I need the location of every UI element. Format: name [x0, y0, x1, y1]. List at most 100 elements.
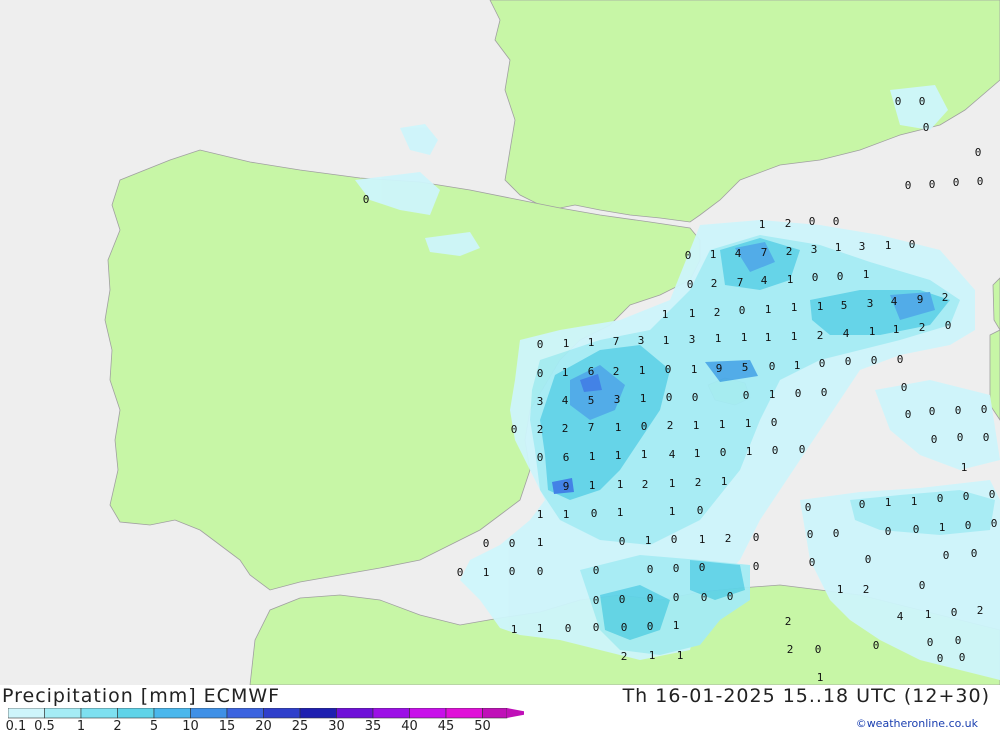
value-label: 3 [614, 393, 621, 406]
value-label: 0 [937, 652, 944, 665]
value-label: 2 [785, 615, 792, 628]
value-label: 1 [746, 445, 753, 458]
legend-swatch [8, 708, 45, 719]
legend-swatch [372, 708, 410, 719]
value-label: 0 [833, 527, 840, 540]
value-label: 1 [691, 363, 698, 376]
value-label: 1 [769, 388, 776, 401]
value-label: 0 [971, 547, 978, 560]
value-label: 3 [859, 240, 866, 253]
value-label: 0 [929, 405, 936, 418]
value-label: 2 [786, 245, 793, 258]
value-label: 0 [753, 531, 760, 544]
value-label: 0 [647, 620, 654, 633]
value-label: 0 [537, 338, 544, 351]
value-label: 1 [961, 461, 968, 474]
value-label: 0 [647, 592, 654, 605]
value-label: 0 [957, 431, 964, 444]
legend-label: 10 [182, 719, 199, 734]
value-label: 0 [641, 420, 648, 433]
value-label: 1 [719, 418, 726, 431]
value-label: 0 [699, 561, 706, 574]
value-label: 0 [685, 249, 692, 262]
value-label: 0 [983, 431, 990, 444]
value-label: 7 [588, 421, 595, 434]
value-label: 6 [563, 451, 570, 464]
value-label: 0 [619, 593, 626, 606]
legend-swatch [153, 708, 191, 719]
value-label: 1 [562, 366, 569, 379]
value-label: 2 [714, 306, 721, 319]
value-label: 1 [893, 323, 900, 336]
value-label: 5 [742, 361, 749, 374]
value-label: 0 [807, 528, 814, 541]
legend-label: 0.5 [34, 719, 55, 734]
value-label: 0 [483, 537, 490, 550]
value-label: 1 [939, 521, 946, 534]
value-label: 3 [638, 334, 645, 347]
value-label: 0 [799, 443, 806, 456]
value-label: 1 [537, 508, 544, 521]
value-label: 1 [885, 496, 892, 509]
value-label: 2 [695, 476, 702, 489]
value-label: 0 [833, 215, 840, 228]
value-label: 0 [955, 404, 962, 417]
value-label: 1 [911, 495, 918, 508]
value-label: 1 [649, 649, 656, 662]
value-label: 0 [959, 651, 966, 664]
legend-swatch [226, 708, 264, 719]
value-label: 1 [817, 671, 824, 684]
value-label: 0 [457, 566, 464, 579]
value-label: 0 [989, 488, 996, 501]
value-label: 1 [645, 534, 652, 547]
value-label: 2 [667, 419, 674, 432]
value-label: 4 [761, 274, 768, 287]
legend-label: 2 [113, 719, 122, 734]
value-label: 1 [925, 608, 932, 621]
legend-label: 45 [437, 719, 455, 734]
legend-label: 20 [255, 719, 272, 734]
legend-swatch [190, 708, 228, 719]
value-label: 0 [975, 146, 982, 159]
value-label: 0 [591, 507, 598, 520]
value-label: 2 [787, 643, 794, 656]
value-label: 0 [673, 591, 680, 604]
value-label: 6 [588, 365, 595, 378]
value-label: 1 [689, 307, 696, 320]
value-label: 1 [715, 332, 722, 345]
value-label: 1 [745, 417, 752, 430]
value-label: 0 [981, 403, 988, 416]
value-label: 0 [951, 606, 958, 619]
value-label: 0 [905, 408, 912, 421]
credit-link[interactable]: ©weatheronline.co.uk [856, 717, 978, 730]
value-label: 0 [537, 565, 544, 578]
value-label: 2 [919, 321, 926, 334]
value-label: 0 [865, 553, 872, 566]
value-label: 9 [917, 293, 924, 306]
value-label: 0 [809, 215, 816, 228]
value-label: 0 [963, 490, 970, 503]
precipitation-map: 0 0 0 1 2 0 0 0 1 4 7 2 3 1 3 1 0 0 2 7 … [0, 0, 1000, 685]
value-label: 0 [673, 562, 680, 575]
value-label: 1 [765, 331, 772, 344]
value-label: 0 [687, 278, 694, 291]
value-label: 0 [772, 444, 779, 457]
legend-label: 35 [364, 719, 382, 734]
value-label: 0 [837, 270, 844, 283]
value-label: 0 [769, 360, 776, 373]
value-label: 0 [919, 95, 926, 108]
value-label: 0 [593, 564, 600, 577]
value-label: 2 [613, 365, 620, 378]
legend-label: 0.1 [5, 719, 27, 734]
value-label: 1 [673, 619, 680, 632]
value-label: 1 [869, 325, 876, 338]
value-label: 3 [867, 297, 874, 310]
value-label: 0 [771, 416, 778, 429]
legend-swatch [445, 708, 483, 719]
value-label: 1 [563, 337, 570, 350]
value-label: 1 [662, 308, 669, 321]
value-label: 1 [837, 583, 844, 596]
value-label: 2 [562, 422, 569, 435]
value-label: 1 [537, 536, 544, 549]
value-label: 0 [943, 549, 950, 562]
